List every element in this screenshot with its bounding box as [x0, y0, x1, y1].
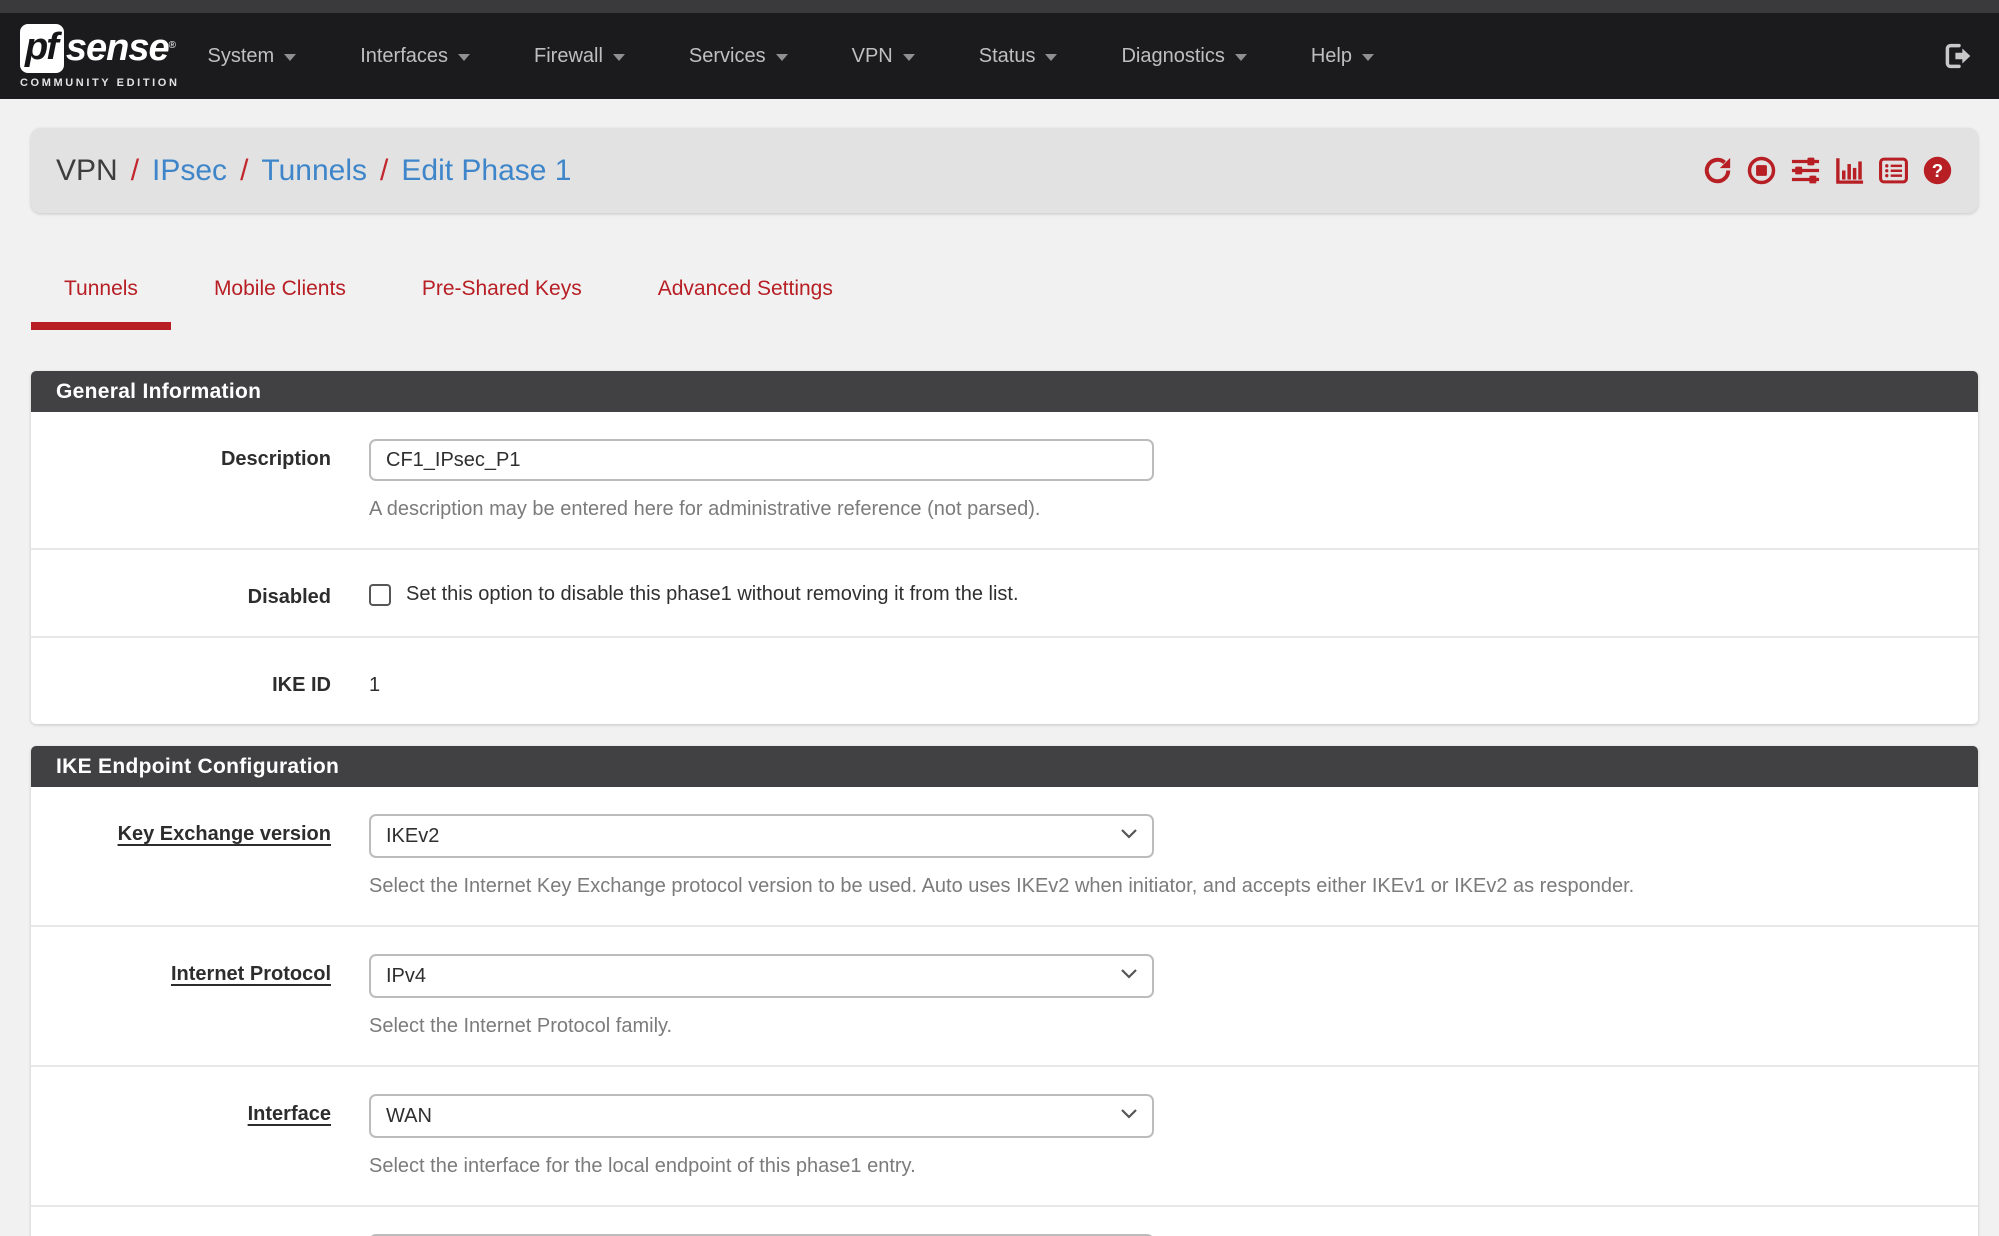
breadcrumb: VPN / IPsec / Tunnels / Edit Phase 1 [56, 154, 572, 188]
nav-item-system[interactable]: System [208, 45, 297, 68]
caret-down-icon [776, 54, 788, 61]
list-icon[interactable] [1878, 155, 1909, 186]
nav-item-interfaces[interactable]: Interfaces [360, 45, 470, 68]
panel-title: General Information [31, 371, 1978, 412]
nav-item-services[interactable]: Services [689, 45, 788, 68]
window-chrome-strip [0, 0, 1999, 13]
nav-item-diagnostics[interactable]: Diagnostics [1121, 45, 1246, 68]
caret-down-icon [1045, 54, 1057, 61]
form-row-ike-id: IKE ID 1 [31, 636, 1978, 724]
tab-mobile-clients[interactable]: Mobile Clients [181, 277, 379, 330]
form-row-description: Description A description may be entered… [31, 412, 1978, 548]
disabled-label: Disabled [31, 577, 331, 609]
breadcrumb-ipsec-link[interactable]: IPsec [152, 154, 227, 188]
key-exchange-version-select[interactable]: IKEv2 [369, 814, 1154, 858]
logo-registered-mark: ® [169, 40, 176, 51]
stop-circle-icon[interactable] [1746, 155, 1777, 186]
breadcrumb-action-icons: ? [1702, 155, 1953, 186]
breadcrumb-tunnels-link[interactable]: Tunnels [261, 154, 367, 188]
form-row-remote-gateway: Remote Gateway Enter the public IP addre… [31, 1205, 1978, 1236]
pfsense-logo[interactable]: pf sense ® COMMUNITY EDITION [20, 24, 180, 89]
nav-item-status[interactable]: Status [979, 45, 1058, 68]
form-row-disabled: Disabled Set this option to disable this… [31, 548, 1978, 636]
internet-protocol-select[interactable]: IPv4 [369, 954, 1154, 998]
svg-text:?: ? [1932, 160, 1943, 181]
help-icon[interactable]: ? [1922, 155, 1953, 186]
panel-ike-endpoint-configuration: IKE Endpoint Configuration Key Exchange … [31, 746, 1978, 1236]
page-content: VPN / IPsec / Tunnels / Edit Phase 1 [0, 128, 1999, 1236]
form-row-interface: Interface WAN Select the interface for t… [31, 1065, 1978, 1205]
bar-chart-icon[interactable] [1834, 155, 1865, 186]
caret-down-icon [903, 54, 915, 61]
description-help-text: A description may be entered here for ad… [369, 498, 1953, 521]
sign-out-icon[interactable] [1941, 40, 1973, 72]
logo-edition: COMMUNITY EDITION [20, 77, 180, 89]
description-input[interactable] [369, 439, 1154, 481]
tab-pre-shared-keys[interactable]: Pre-Shared Keys [389, 277, 615, 330]
caret-down-icon [1235, 54, 1247, 61]
logo-sense: sense [66, 29, 169, 67]
sliders-icon[interactable] [1790, 155, 1821, 186]
refresh-icon[interactable] [1702, 155, 1733, 186]
nav-item-firewall[interactable]: Firewall [534, 45, 625, 68]
disabled-checkbox-text: Set this option to disable this phase1 w… [406, 583, 1019, 606]
tab-bar: Tunnels Mobile Clients Pre-Shared Keys A… [31, 277, 1978, 330]
logo-pf: pf [20, 24, 64, 73]
panel-general-information: General Information Description A descri… [31, 371, 1978, 724]
panel-title: IKE Endpoint Configuration [31, 746, 1978, 787]
breadcrumb-edit-phase1-link[interactable]: Edit Phase 1 [401, 154, 571, 188]
disabled-checkbox[interactable] [369, 584, 391, 606]
ike-id-label: IKE ID [31, 665, 331, 697]
top-navbar: pf sense ® COMMUNITY EDITION System Inte… [0, 13, 1999, 99]
caret-down-icon [284, 54, 296, 61]
form-row-internet-protocol: Internet Protocol IPv4 Select the Intern… [31, 925, 1978, 1065]
nav-menu: System Interfaces Firewall Services VPN … [208, 45, 1942, 68]
nav-item-vpn[interactable]: VPN [852, 45, 915, 68]
breadcrumb-separator: / [240, 154, 248, 188]
key-exchange-version-help-text: Select the Internet Key Exchange protoco… [369, 875, 1953, 898]
interface-select[interactable]: WAN [369, 1094, 1154, 1138]
key-exchange-version-label: Key Exchange version [31, 814, 331, 898]
internet-protocol-help-text: Select the Internet Protocol family. [369, 1015, 1953, 1038]
breadcrumb-bar: VPN / IPsec / Tunnels / Edit Phase 1 [31, 128, 1978, 213]
breadcrumb-separator: / [131, 154, 139, 188]
ike-id-value: 1 [369, 665, 1953, 697]
description-label: Description [31, 439, 331, 521]
caret-down-icon [1362, 54, 1374, 61]
internet-protocol-label: Internet Protocol [31, 954, 331, 1038]
caret-down-icon [613, 54, 625, 61]
tab-tunnels[interactable]: Tunnels [31, 277, 171, 330]
caret-down-icon [458, 54, 470, 61]
interface-label: Interface [31, 1094, 331, 1178]
form-row-key-exchange-version: Key Exchange version IKEv2 Select the In… [31, 787, 1978, 925]
breadcrumb-vpn: VPN [56, 154, 118, 188]
breadcrumb-separator: / [380, 154, 388, 188]
tab-advanced-settings[interactable]: Advanced Settings [625, 277, 866, 330]
nav-item-help[interactable]: Help [1311, 45, 1374, 68]
interface-help-text: Select the interface for the local endpo… [369, 1155, 1953, 1178]
